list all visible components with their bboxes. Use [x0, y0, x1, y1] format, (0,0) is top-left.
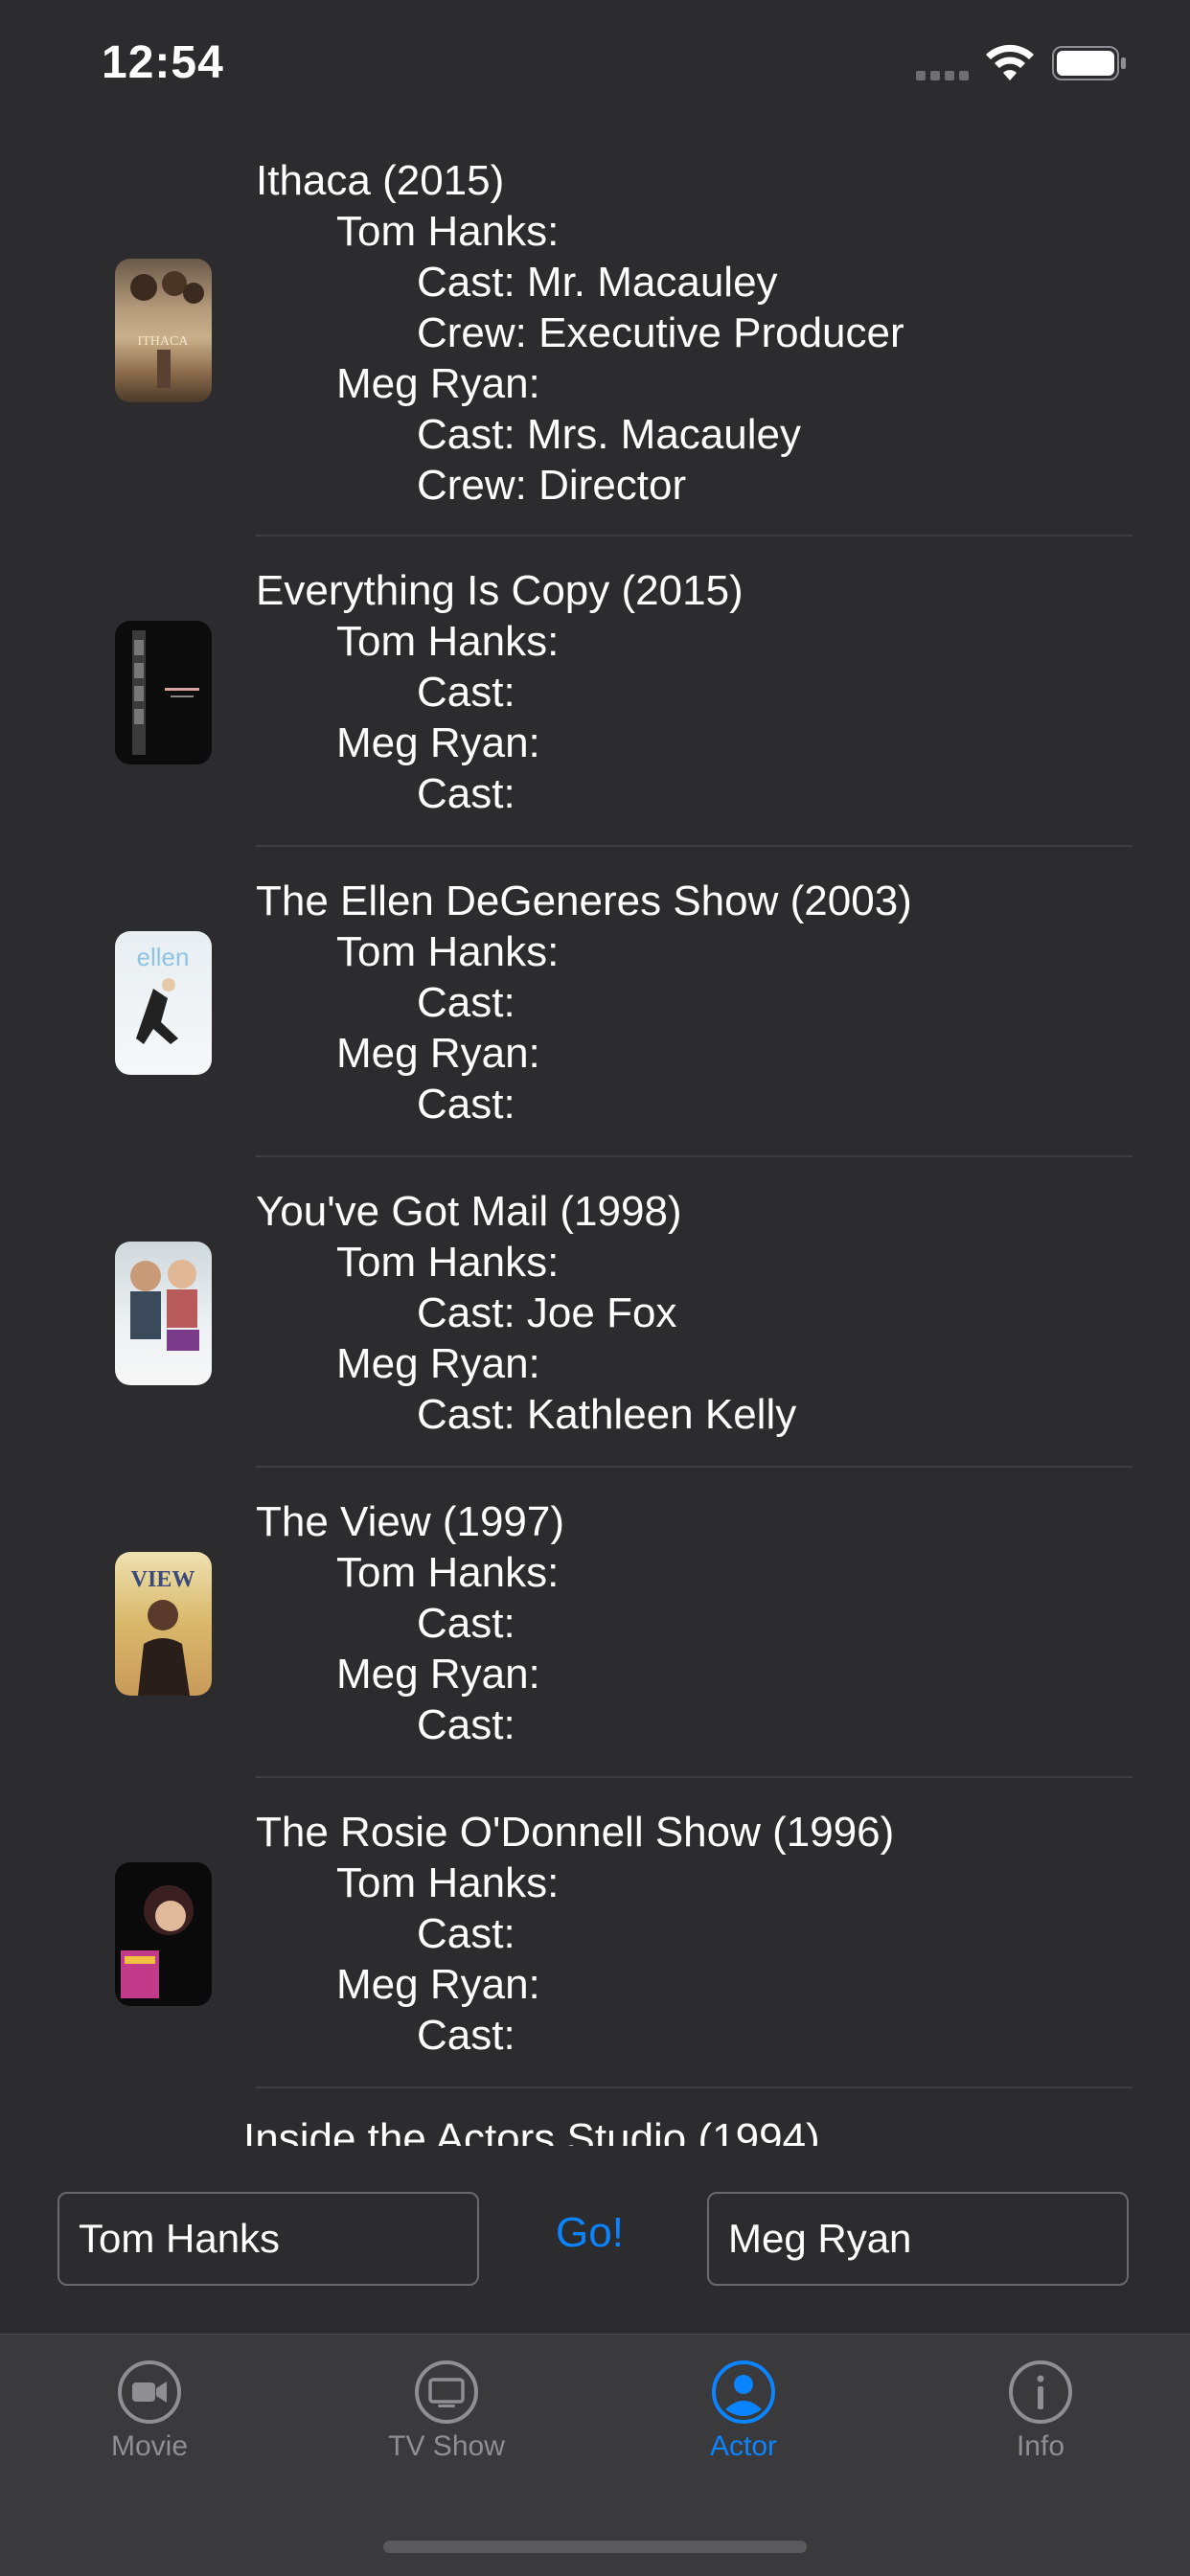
poster-text: ITHACA — [138, 334, 190, 349]
actor-search-bar: Go! — [0, 2146, 1190, 2334]
actor-label: Meg Ryan: — [336, 1340, 540, 1387]
actor-label: Tom Hanks: — [336, 928, 560, 975]
actor-label: Tom Hanks: — [336, 1549, 560, 1596]
role-line: Cast: Mr. Macauley — [417, 259, 778, 306]
tv-icon — [415, 2360, 478, 2424]
info-icon — [1009, 2360, 1072, 2424]
go-button[interactable]: Go! — [556, 2209, 624, 2257]
tab-label: Info — [1016, 2430, 1065, 2462]
role-line: Cast: — [417, 979, 515, 1026]
row-separator — [256, 845, 1133, 847]
actor-label: Meg Ryan: — [336, 1961, 540, 2008]
role-line: Cast: Joe Fox — [417, 1289, 677, 1336]
item-title[interactable]: Inside the Actors Studio (1994) — [243, 2115, 820, 2146]
tab-bar: Movie TV Show Actor Info — [0, 2334, 1190, 2576]
person-icon — [712, 2360, 775, 2424]
results-list[interactable]: ITHACA Ithaca (2015) Tom Hanks: Cast: Mr… — [0, 130, 1190, 2146]
actor-label: Meg Ryan: — [336, 1030, 540, 1077]
item-title: The Rosie O'Donnell Show (1996) — [256, 1809, 895, 1856]
row-separator — [256, 535, 1133, 536]
poster-image — [115, 1862, 212, 2006]
battery-icon — [1052, 46, 1126, 80]
tab-info[interactable]: Info — [945, 2359, 1136, 2494]
tab-label: TV Show — [388, 2430, 505, 2462]
row-separator — [256, 2086, 1133, 2088]
tab-actor[interactable]: Actor — [648, 2359, 839, 2494]
actor-2-field[interactable] — [707, 2192, 1129, 2286]
role-line: Cast: Mrs. Macauley — [417, 411, 801, 458]
poster-image — [115, 621, 212, 764]
poster-image: ellen — [115, 931, 212, 1075]
item-title: You've Got Mail (1998) — [256, 1188, 682, 1235]
status-bar: 12:54 — [0, 0, 1190, 129]
role-line: Cast: — [417, 770, 515, 817]
tab-label: Movie — [110, 2430, 189, 2462]
tab-movie[interactable]: Movie — [54, 2359, 245, 2494]
actor-1-field[interactable] — [57, 2192, 479, 2286]
role-line: Cast: Kathleen Kelly — [417, 1391, 797, 1438]
item-title: Ithaca (2015) — [256, 157, 505, 204]
item-title: The View (1997) — [256, 1498, 565, 1545]
row-separator — [256, 1466, 1133, 1468]
role-line: Cast: — [417, 2012, 515, 2059]
actor-label: Tom Hanks: — [336, 1859, 560, 1906]
cellular-signal-icon — [916, 71, 972, 82]
video-camera-icon — [118, 2360, 181, 2424]
poster-image — [115, 1242, 212, 1385]
role-line: Cast: — [417, 1701, 515, 1748]
actor-label: Meg Ryan: — [336, 1651, 540, 1698]
item-title: The Ellen DeGeneres Show (2003) — [256, 878, 912, 924]
wifi-icon — [986, 44, 1034, 80]
poster-image: ITHACA — [115, 259, 212, 402]
row-separator — [256, 1776, 1133, 1778]
tab-tv-show[interactable]: TV Show — [351, 2359, 542, 2494]
tab-label: Actor — [709, 2430, 778, 2462]
home-indicator[interactable] — [383, 2541, 807, 2553]
actor-label: Tom Hanks: — [336, 208, 560, 255]
poster-text: VIEW — [131, 1567, 195, 1592]
role-line: Cast: — [417, 1910, 515, 1957]
actor-label: Tom Hanks: — [336, 618, 560, 665]
role-line: Cast: — [417, 669, 515, 716]
row-separator — [256, 1155, 1133, 1157]
actor-label: Tom Hanks: — [336, 1239, 560, 1286]
actor-label: Meg Ryan: — [336, 719, 540, 766]
role-line: Cast: — [417, 1081, 515, 1128]
role-line: Cast: — [417, 1600, 515, 1647]
poster-image: VIEW — [115, 1552, 212, 1696]
poster-text: ellen — [137, 943, 190, 971]
role-line: Crew: Director — [417, 462, 687, 509]
actor-label: Meg Ryan: — [336, 360, 540, 407]
status-time: 12:54 — [102, 37, 224, 88]
item-title: Everything Is Copy (2015) — [256, 567, 744, 614]
role-line: Crew: Executive Producer — [417, 309, 904, 356]
